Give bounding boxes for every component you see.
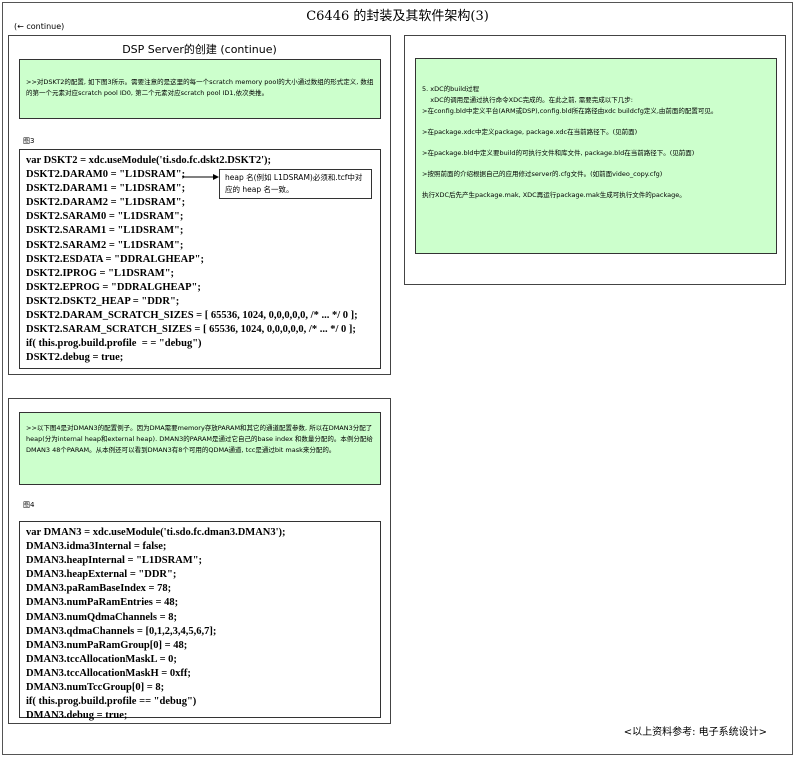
code-line: DSKT2.debug = true; — [26, 352, 124, 364]
code-line: DSKT2.SARAM1 = "L1DSRAM"; — [26, 225, 184, 237]
back-link[interactable]: (← continue) — [14, 22, 64, 31]
callout-arrow-icon — [182, 174, 219, 180]
build-step: 5. xDC的build过程 xDC的调用是通过执行命令XDC完成的。在此之前,… — [422, 85, 718, 115]
build-panel: 5. xDC的build过程 xDC的调用是通过执行命令XDC完成的。在此之前,… — [404, 35, 786, 285]
reference-footer: <以上资料参考: 电子系统设计> — [623, 727, 767, 738]
code-line: if( this.prog.build.profile == "debug") — [26, 696, 197, 708]
dskt2-panel: DSP Server的创建 (continue) >>对DSKT2的配置, 如下… — [8, 35, 391, 375]
code-line: var DMAN3 = xdc.useModule('ti.sdo.fc.dma… — [26, 527, 286, 538]
dman3-note: >>以下图4是对DMAN3的配置例子。因为DMA需要memory存放PARAM和… — [19, 412, 381, 485]
code-line: DMAN3.tccAllocationMaskH = 0xff; — [26, 667, 191, 679]
heap-name-callout: heap 名(例如 L1DSRAM)必须和.tcf中对应的 heap 名一致。 — [219, 169, 372, 199]
code-line: var DSKT2 = xdc.useModule('ti.sdo.fc.dsk… — [26, 155, 271, 166]
build-step: >按照前面的介绍根据自己的应用修过server的.cfg文件。(如前面video… — [422, 170, 663, 178]
code-line: DMAN3.heapExternal = "DDR"; — [26, 569, 177, 581]
code-line: DSKT2.SARAM2 = "L1DSRAM"; — [26, 239, 184, 251]
code-line: DSKT2.SARAM_SCRATCH_SIZES = [ 65536, 102… — [26, 324, 356, 336]
code-line: if( this.prog.build.profile = = "debug") — [26, 338, 202, 350]
dman3-panel: >>以下图4是对DMAN3的配置例子。因为DMA需要memory存放PARAM和… — [8, 398, 391, 724]
figure-4-label: 图4 — [23, 501, 35, 509]
dskt2-note: >>对DSKT2的配置, 如下图3所示。需要注意的是这里的每一个scratch … — [19, 59, 381, 119]
build-step: 执行XDC后先产生package.mak, XDC再运行package.mak生… — [422, 191, 686, 199]
code-line: DMAN3.debug = true; — [26, 710, 128, 722]
dskt2-panel-title: DSP Server的创建 (continue) — [122, 43, 277, 56]
code-line: DMAN3.paRamBaseIndex = 78; — [26, 583, 172, 595]
code-line: DSKT2.DARAM_SCRATCH_SIZES = [ 65536, 102… — [26, 310, 358, 322]
code-line: DMAN3.numPaRamGroup[0] = 48; — [26, 639, 188, 651]
code-line: DSKT2.ESDATA = "DDRALGHEAP"; — [26, 253, 204, 265]
build-step: >在package.bld中定义要build的可执行文件和库文件, packag… — [422, 149, 695, 157]
build-note: 5. xDC的build过程 xDC的调用是通过执行命令XDC完成的。在此之前,… — [415, 58, 777, 254]
code-line: DMAN3.idma3Internal = false; — [26, 541, 167, 553]
code-line: DSKT2.IPROG = "L1DSRAM"; — [26, 267, 175, 279]
code-line: DMAN3.numTccGroup[0] = 8; — [26, 682, 165, 694]
code-line: DMAN3.tccAllocationMaskL = 0; — [26, 653, 177, 665]
dman3-code-block: var DMAN3 = xdc.useModule('ti.sdo.fc.dma… — [19, 521, 381, 721]
code-line: DMAN3.numQdmaChannels = 8; — [26, 611, 177, 623]
build-step: >在package.xdc中定义package, package.xdc在当前路… — [422, 128, 638, 136]
code-line: DMAN3.qdmaChannels = [0,1,2,3,4,5,6,7]; — [26, 625, 217, 637]
code-line: DSKT2.DSKT2_HEAP = "DDR"; — [26, 295, 180, 307]
code-line: DMAN3.heapInternal = "L1DSRAM"; — [26, 555, 203, 567]
code-line: DSKT2.EPROG = "DDRALGHEAP"; — [26, 281, 201, 293]
page-title: C6446 的封装及其软件架构(3) — [306, 9, 489, 24]
code-line: DSKT2.SARAM0 = "L1DSRAM"; — [26, 211, 184, 223]
code-line: DMAN3.numPaRamEntries = 48; — [26, 597, 179, 609]
figure-3-label: 图3 — [23, 137, 35, 145]
